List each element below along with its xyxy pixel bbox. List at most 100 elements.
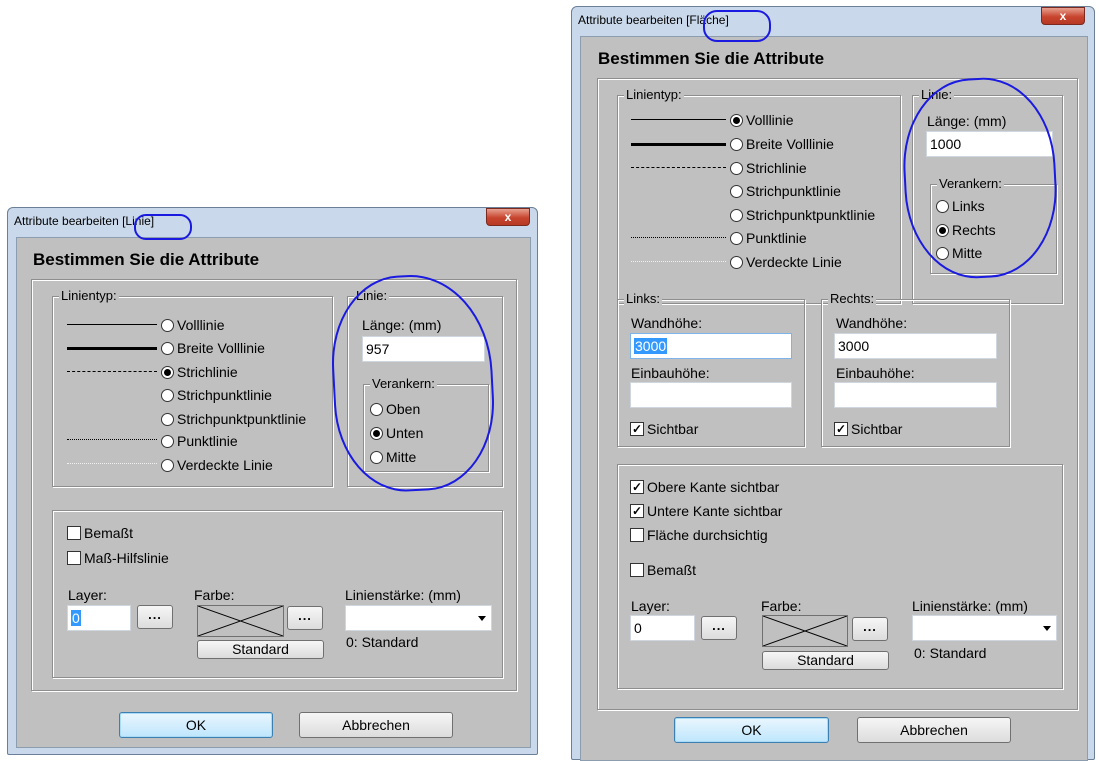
bemasst-label: Bemaßt <box>84 525 134 541</box>
flaeche-durchsichtig-checkbox[interactable]: Fläche durchsichtig <box>630 525 768 545</box>
radio-volllinie-label: Volllinie <box>177 317 225 333</box>
ok-button[interactable]: OK <box>119 712 273 738</box>
radio-indicator <box>161 458 174 472</box>
chevron-down-icon <box>478 616 486 621</box>
radio-strichpunktlinie-label: Strichpunktlinie <box>177 387 272 403</box>
sample-volllinie <box>67 324 157 325</box>
layer-label: Layer: <box>68 587 107 603</box>
hilfslinie-checkbox[interactable]: Maß-Hilfslinie <box>67 548 169 568</box>
checkmark-icon: ✓ <box>630 480 644 494</box>
links-wandhoehe-input[interactable]: 3000 <box>630 333 792 359</box>
sample-strichlinie <box>67 371 157 372</box>
radio-verdeckte-linie-label: Verdeckte Linie <box>746 254 842 270</box>
color-swatch[interactable] <box>762 615 848 647</box>
radio-punktlinie[interactable]: Punktlinie <box>730 228 807 248</box>
ok-button[interactable]: OK <box>674 717 829 743</box>
farbe-label: Farbe: <box>761 598 802 614</box>
links-sichtbar-checkbox[interactable]: ✓ Sichtbar <box>630 419 698 439</box>
radio-indicator <box>730 184 743 198</box>
sample-punktlinie <box>631 237 726 238</box>
rechts-einbauhoehe-label: Einbauhöhe: <box>836 365 915 381</box>
checkbox-box <box>630 528 644 542</box>
layer-browse-button[interactable]: ... <box>137 605 173 629</box>
radio-volllinie[interactable]: Volllinie <box>730 110 793 130</box>
rechts-wandhoehe-label: Wandhöhe: <box>836 315 908 331</box>
obere-kante-label: Obere Kante sichtbar <box>647 479 780 495</box>
cancel-button[interactable]: Abbrechen <box>857 717 1011 743</box>
linienstaerke-select[interactable] <box>345 605 492 631</box>
bemasst-label: Bemaßt <box>647 562 697 578</box>
linientyp-label: Linientyp: <box>624 87 684 103</box>
radio-strichpunktpunktlinie-label: Strichpunktpunktlinie <box>746 207 876 223</box>
radio-breite-volllinie[interactable]: Breite Volllinie <box>730 134 834 154</box>
radio-indicator <box>730 255 743 269</box>
radio-strichpunktlinie-label: Strichpunktlinie <box>746 183 841 199</box>
radio-volllinie-label: Volllinie <box>746 112 794 128</box>
title-bar[interactable]: Attribute bearbeiten [Fläche] x <box>572 7 1094 35</box>
radio-punktlinie[interactable]: Punktlinie <box>161 431 238 451</box>
no-color-cross-icon <box>762 615 848 647</box>
dialog-heading: Bestimmen Sie die Attribute <box>33 250 260 269</box>
standard-button[interactable]: Standard <box>197 640 324 659</box>
layer-browse-button[interactable]: ... <box>701 616 737 640</box>
radio-indicator <box>161 388 174 402</box>
bemasst-checkbox[interactable]: Bemaßt <box>67 523 133 543</box>
flaeche-durchsichtig-label: Fläche durchsichtig <box>647 527 768 543</box>
close-button[interactable]: x <box>486 208 530 226</box>
layer-input[interactable]: 0 <box>67 605 131 631</box>
rechts-einbauhoehe-input[interactable] <box>834 382 997 408</box>
radio-indicator <box>730 137 743 151</box>
radio-indicator <box>730 231 743 245</box>
standard-button[interactable]: Standard <box>762 651 889 670</box>
links-label: Links: <box>624 291 662 307</box>
radio-verdeckte-linie-label: Verdeckte Linie <box>177 457 273 473</box>
radio-breite-volllinie-label: Breite Volllinie <box>746 136 834 152</box>
checkbox-box <box>67 551 81 565</box>
sample-volllinie <box>631 119 726 120</box>
checkmark-icon: ✓ <box>630 422 644 436</box>
layer-input[interactable]: 0 <box>630 615 695 641</box>
color-swatch[interactable] <box>197 605 284 637</box>
radio-breite-volllinie[interactable]: Breite Volllinie <box>161 338 265 358</box>
untere-kante-label: Untere Kante sichtbar <box>647 503 783 519</box>
radio-indicator <box>161 434 174 448</box>
close-icon: x <box>504 210 512 224</box>
links-sichtbar-label: Sichtbar <box>647 421 699 437</box>
radio-strichlinie[interactable]: Strichlinie <box>161 362 238 382</box>
radio-verdeckte-linie[interactable]: Verdeckte Linie <box>161 455 273 475</box>
radio-indicator <box>161 365 174 379</box>
close-button[interactable]: x <box>1041 7 1085 25</box>
links-einbauhoehe-input[interactable] <box>630 382 792 408</box>
radio-volllinie[interactable]: Volllinie <box>161 315 224 335</box>
sample-punktlinie <box>67 439 157 440</box>
radio-breite-volllinie-label: Breite Volllinie <box>177 340 265 356</box>
chevron-down-icon <box>1043 626 1051 631</box>
sample-breite-volllinie <box>67 347 157 350</box>
rechts-sichtbar-label: Sichtbar <box>851 421 903 437</box>
obere-kante-checkbox[interactable]: ✓ Obere Kante sichtbar <box>630 477 779 497</box>
sample-verdeckte-linie <box>631 261 726 262</box>
farbe-browse-button[interactable]: ... <box>852 617 888 641</box>
radio-indicator <box>161 412 174 426</box>
links-wandhoehe-label: Wandhöhe: <box>631 315 703 331</box>
radio-strichlinie[interactable]: Strichlinie <box>730 158 807 178</box>
radio-strichpunktpunktlinie[interactable]: Strichpunktpunktlinie <box>730 205 875 225</box>
radio-verdeckte-linie[interactable]: Verdeckte Linie <box>730 252 842 272</box>
untere-kante-checkbox[interactable]: ✓ Untere Kante sichtbar <box>630 501 782 521</box>
linienstaerke-select[interactable] <box>912 615 1057 641</box>
checkmark-icon: ✓ <box>834 422 848 436</box>
radio-punktlinie-label: Punktlinie <box>746 230 807 246</box>
radio-strichpunktlinie[interactable]: Strichpunktlinie <box>730 181 841 201</box>
radio-strichpunktpunktlinie[interactable]: Strichpunktpunktlinie <box>161 409 306 429</box>
rechts-sichtbar-checkbox[interactable]: ✓ Sichtbar <box>834 419 902 439</box>
annotation-circle-title-linie <box>134 214 192 240</box>
bemasst-checkbox[interactable]: Bemaßt <box>630 560 696 580</box>
cancel-button[interactable]: Abbrechen <box>299 712 453 738</box>
rechts-wandhoehe-input[interactable]: 3000 <box>834 333 997 359</box>
farbe-browse-button[interactable]: ... <box>287 606 323 630</box>
radio-strichpunktlinie[interactable]: Strichpunktlinie <box>161 385 272 405</box>
linienstaerke-note: 0: Standard <box>914 645 987 661</box>
checkbox-box <box>630 563 644 577</box>
checkbox-box <box>67 526 81 540</box>
title-bar[interactable]: Attribute bearbeiten [Linie] x <box>8 208 537 236</box>
